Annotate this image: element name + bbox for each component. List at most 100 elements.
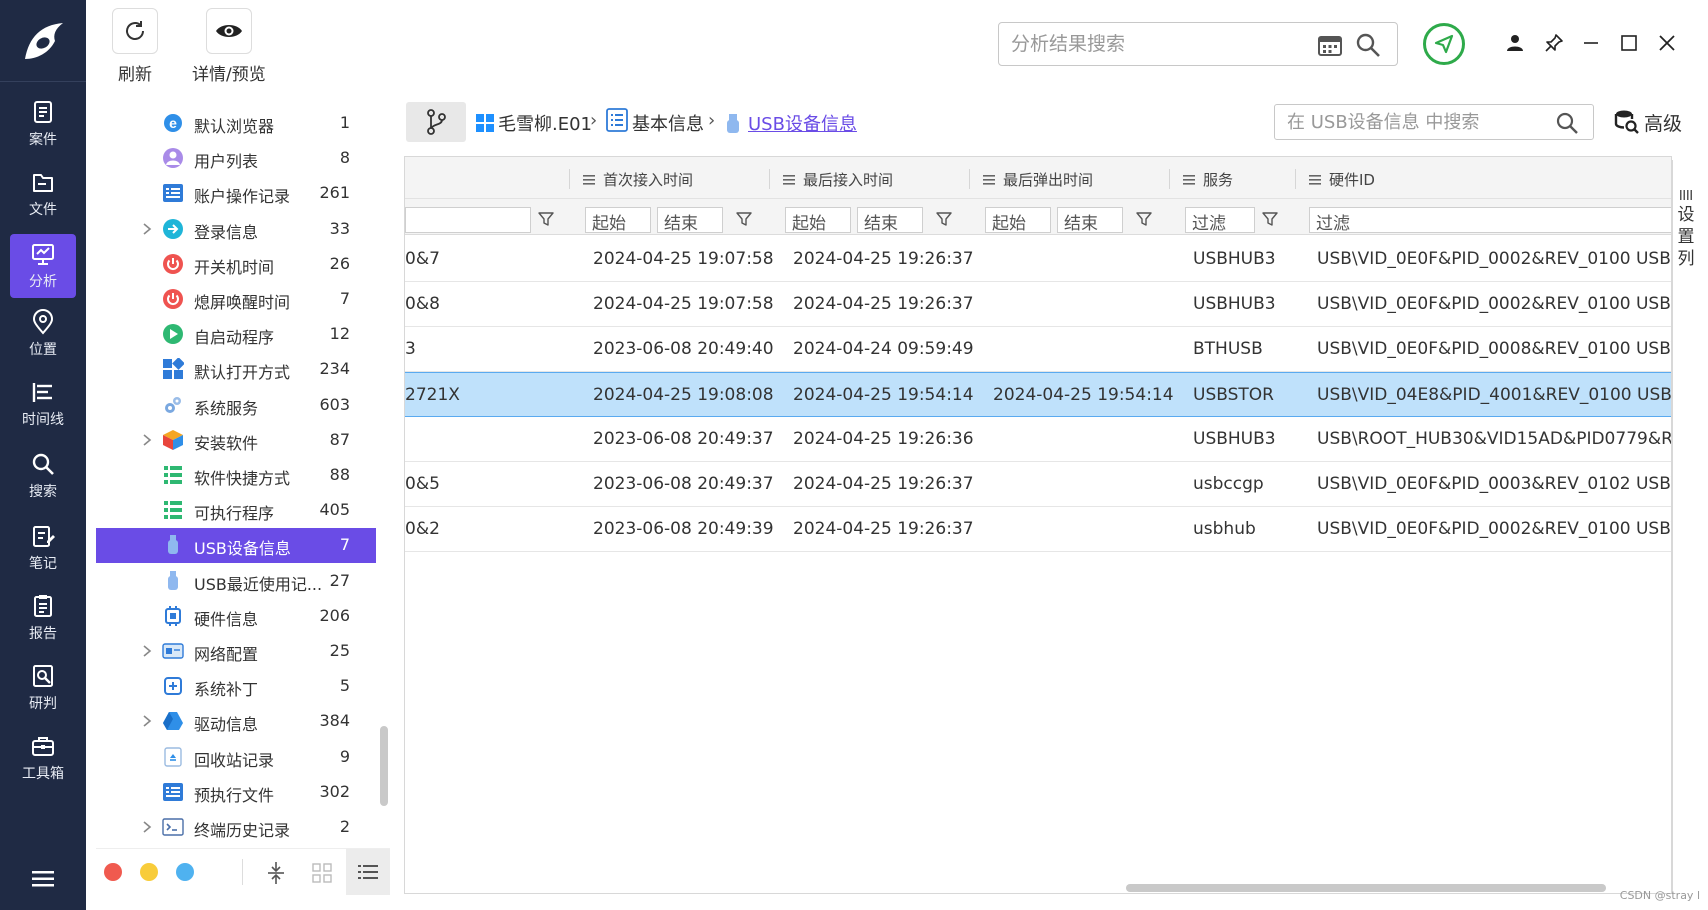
filter-hardware-id-input[interactable]: 过滤 (1309, 207, 1671, 234)
table-row[interactable]: 2023-06-08 20:49:37 2024-04-25 19:26:36 US… (405, 417, 1671, 462)
table-search-input[interactable] (1287, 110, 1547, 134)
blue-dot-icon[interactable] (176, 863, 194, 881)
minimize-icon[interactable] (1582, 34, 1600, 52)
tree-item-label: 回收站记录 (194, 750, 275, 770)
filter-input[interactable] (405, 207, 531, 233)
nav-item-5[interactable]: 搜索 (10, 444, 76, 508)
filter-start-input[interactable]: 起始 (785, 207, 851, 234)
column-header[interactable]: 最后弹出时间 (983, 169, 1093, 190)
preview-button[interactable]: 详情/预览 (192, 8, 266, 85)
network-icon (162, 643, 184, 659)
table-row[interactable]: 3 2023-06-08 20:49:40 2024-04-24 09:59:49 B… (405, 327, 1671, 372)
tree-item[interactable]: 开关机时间 26 (96, 247, 376, 282)
nav-item-2[interactable]: 分析 (10, 234, 76, 298)
tree-item[interactable]: 默认打开方式 234 (96, 352, 376, 387)
tree-item[interactable]: 系统补丁 5 (96, 669, 376, 704)
breadcrumb-current[interactable]: USB设备信息 (748, 110, 857, 136)
tree-item[interactable]: 驱动信息 384 (96, 704, 376, 739)
breadcrumb-evidence[interactable]: 毛雪柳.E01 (498, 110, 592, 136)
collapse-all-icon[interactable] (266, 861, 286, 885)
tree-item[interactable]: 终端历史记录 2 (96, 810, 376, 845)
nav-label: 笔记 (29, 556, 57, 572)
pin-location-icon[interactable] (1422, 22, 1466, 66)
column-header[interactable]: 硬件ID (1309, 169, 1375, 190)
table-row[interactable]: 0&2 2023-06-08 20:49:39 2024-04-25 19:26:3… (405, 507, 1671, 552)
chevron-right-icon[interactable] (140, 644, 154, 658)
table-row[interactable]: 0&8 2024-04-25 19:07:58 2024-04-25 19:26:3… (405, 282, 1671, 327)
nav-item-1[interactable]: 文件 (10, 162, 76, 226)
filter-end-input[interactable]: 结束 (657, 207, 723, 234)
nav-item-8[interactable]: 研判 (10, 656, 76, 720)
tree-item[interactable]: 预执行文件 302 (96, 775, 376, 810)
table-cell: 2024-04-24 09:59:49 (793, 339, 974, 359)
column-header[interactable]: 首次接入时间 (583, 169, 693, 190)
pin-icon[interactable] (1544, 33, 1564, 53)
tree-item[interactable]: 可执行程序 405 (96, 493, 376, 528)
tree-item[interactable]: 自启动程序 12 (96, 317, 376, 352)
tree-item[interactable]: 硬件信息 206 (96, 599, 376, 634)
usb-icon (168, 535, 178, 555)
chevron-right-icon[interactable] (140, 433, 154, 447)
breadcrumb-basic-info[interactable]: 基本信息 (632, 110, 704, 136)
calendar-icon[interactable] (1317, 33, 1343, 57)
branch-button[interactable] (406, 102, 466, 142)
tree-item-count: 234 (319, 359, 350, 379)
filter-start-input[interactable]: 起始 (985, 207, 1051, 234)
nav-item-6[interactable]: 笔记 (10, 516, 76, 580)
filter-end-input[interactable]: 结束 (1057, 207, 1123, 234)
chevron-right-icon[interactable] (140, 222, 154, 236)
tree-scrollbar[interactable] (380, 726, 388, 806)
tree-item[interactable]: 网络配置 25 (96, 634, 376, 669)
analysis-search-input[interactable] (1011, 31, 1301, 57)
tree-item[interactable]: 用户列表 8 (96, 141, 376, 176)
grid-view-icon[interactable] (312, 863, 332, 883)
filter-icon[interactable] (735, 210, 753, 228)
tree-item[interactable]: 熄屏唤醒时间 7 (96, 282, 376, 317)
filter-icon[interactable] (537, 210, 555, 228)
filter-end-input[interactable]: 结束 (857, 207, 923, 234)
table-row[interactable]: 0&5 2023-06-08 20:49:37 2024-04-25 19:26:3… (405, 462, 1671, 507)
nav-label: 报告 (29, 626, 57, 642)
filter-service-input[interactable]: 过滤 (1185, 207, 1255, 234)
search-icon[interactable] (1555, 111, 1579, 135)
user-icon[interactable] (1506, 34, 1524, 52)
table-horizontal-scrollbar[interactable] (1126, 884, 1606, 892)
gears-icon (165, 396, 181, 413)
filter-icon[interactable] (1135, 210, 1153, 228)
tree-item[interactable]: 登录信息 33 (96, 212, 376, 247)
filter-icon[interactable] (935, 210, 953, 228)
tree-item[interactable]: 安装软件 87 (96, 423, 376, 458)
red-dot-icon[interactable] (104, 863, 122, 881)
advanced-button[interactable]: 高级 (1614, 106, 1682, 138)
column-header[interactable]: 最后接入时间 (783, 169, 893, 190)
tree-item[interactable]: e 默认浏览器 1 (96, 106, 376, 141)
nav-item-0[interactable]: 案件 (10, 92, 76, 156)
table-row[interactable]: 0&7 2024-04-25 19:07:58 2024-04-25 19:26:3… (405, 237, 1671, 282)
maximize-icon[interactable] (1620, 34, 1638, 52)
yellow-dot-icon[interactable] (140, 863, 158, 881)
tree-item-count: 12 (329, 324, 350, 344)
close-icon[interactable] (1658, 34, 1676, 52)
chevron-right-icon[interactable] (140, 714, 154, 728)
column-settings-button[interactable]: 设置列 (1672, 188, 1700, 288)
filter-start-input[interactable]: 起始 (585, 207, 651, 234)
table-row[interactable]: 2721X 2024-04-25 19:08:08 2024-04-25 19:54… (405, 372, 1671, 417)
tree-item[interactable]: 系统服务 603 (96, 388, 376, 423)
tree-item[interactable]: 回收站记录 9 (96, 740, 376, 775)
chevron-right-icon[interactable] (140, 820, 154, 834)
nav-item-4[interactable]: 时间线 (10, 372, 76, 436)
filter-icon[interactable] (1261, 210, 1279, 228)
tree-item[interactable]: USB最近使用记... 27 (96, 564, 376, 599)
nav-item-3[interactable]: 位置 (10, 302, 76, 366)
tree-item[interactable]: 账户操作记录 261 (96, 176, 376, 211)
column-header[interactable]: 服务 (1183, 169, 1233, 190)
list-view-button[interactable] (346, 849, 390, 895)
hamburger-menu-icon[interactable] (30, 868, 56, 890)
refresh-button[interactable]: 刷新 (112, 8, 158, 85)
nav-item-7[interactable]: 报告 (10, 586, 76, 650)
tree-item[interactable]: USB设备信息 7 (96, 528, 376, 564)
tree-item[interactable]: 软件快捷方式 88 (96, 458, 376, 493)
table-cell: 2023-06-08 20:49:37 (593, 474, 774, 494)
search-icon[interactable] (1355, 32, 1381, 58)
nav-item-9[interactable]: 工具箱 (10, 726, 76, 790)
